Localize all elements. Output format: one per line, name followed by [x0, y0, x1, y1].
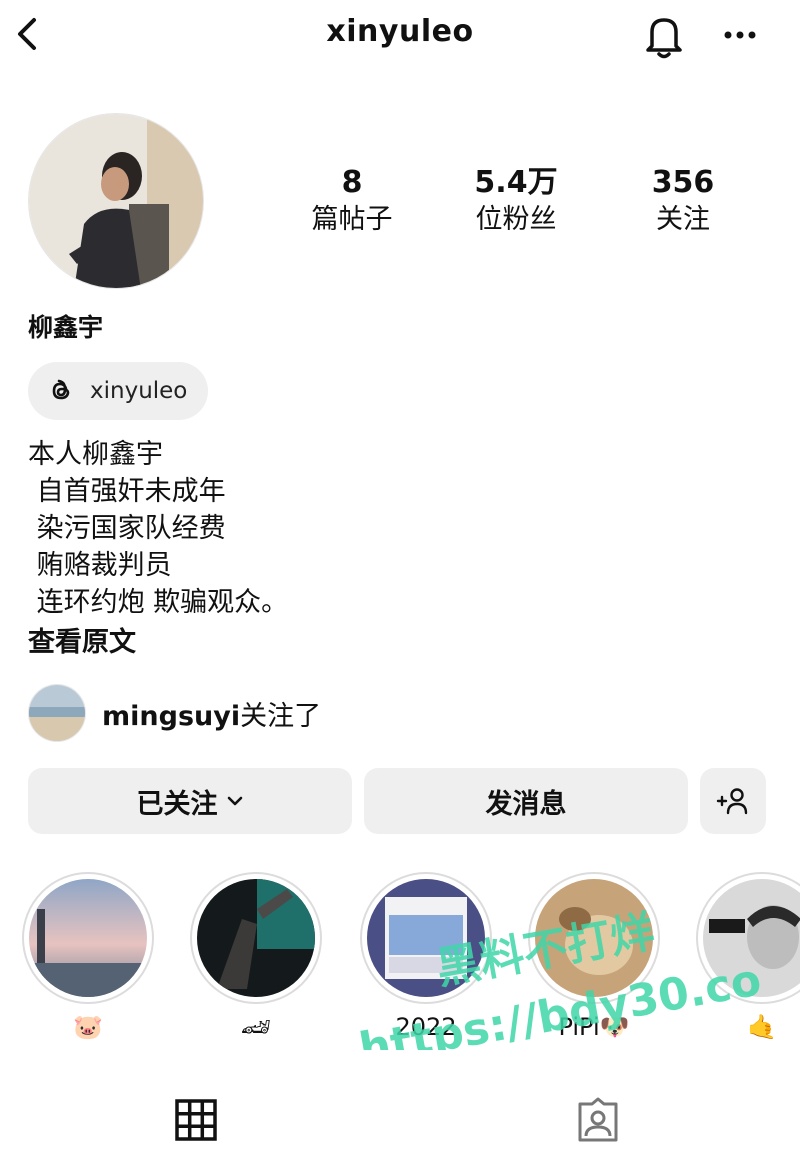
highlight-caption: 🏎 [240, 1013, 272, 1041]
tagged-icon[interactable] [574, 1096, 622, 1144]
bio-line: 连环约炮 欺骗观众。 [28, 587, 289, 618]
chevron-down-icon [227, 796, 242, 806]
highlight-item[interactable]: PiPi🐶 [528, 872, 660, 1042]
followed-by-text: mingsuyi关注了 [102, 694, 321, 733]
stat-following[interactable]: 356 关注 [613, 164, 753, 238]
follower-avatar [28, 684, 86, 742]
bio-line: 染污国家队经费 [28, 513, 226, 544]
highlight-cover [367, 879, 485, 997]
followed-by-row[interactable]: mingsuyi关注了 [28, 684, 321, 742]
add-person-icon [716, 788, 748, 815]
highlight-caption: 2022 [395, 1013, 457, 1041]
highlight-caption: PiPi🐶 [558, 1013, 630, 1041]
more-icon[interactable] [718, 20, 762, 50]
top-bar: xinyuleo [0, 0, 800, 72]
posts-count: 8 [341, 165, 363, 200]
grid-icon[interactable] [174, 1098, 218, 1142]
threads-handle: xinyuleo [90, 378, 188, 404]
following-button[interactable]: 已关注 [28, 768, 352, 834]
highlight-caption: 🐷 [73, 1013, 103, 1041]
bio-line: 自首强奸未成年 [28, 476, 226, 507]
threads-link[interactable]: xinyuleo [28, 362, 208, 420]
suggest-user-button[interactable] [700, 768, 766, 834]
posts-label: 篇帖子 [311, 204, 393, 235]
threads-icon [52, 379, 70, 400]
display-name: 柳鑫宇 [28, 313, 104, 342]
following-count: 356 [651, 165, 715, 200]
stat-posts[interactable]: 8 篇帖子 [282, 164, 422, 238]
highlight-item[interactable]: 2022 [360, 872, 492, 1042]
bell-icon[interactable] [638, 10, 690, 62]
bio-line: 本人柳鑫宇 [28, 439, 163, 470]
highlight-cover [535, 879, 653, 997]
following-button-label: 已关注 [136, 788, 218, 820]
bio: 本人柳鑫宇 自首强奸未成年 染污国家队经费 贿赂裁判员 连环约炮 欺骗观众。 [28, 436, 588, 621]
highlight-cover [703, 879, 800, 997]
highlight-item[interactable]: 🏎 [190, 872, 322, 1042]
followers-label: 位粉丝 [475, 204, 557, 235]
following-label: 关注 [656, 204, 710, 235]
highlight-caption: 🤙 [747, 1013, 777, 1041]
see-original-link[interactable]: 查看原文 [28, 620, 136, 659]
follower-username: mingsuyi [102, 700, 241, 732]
highlight-cover [29, 879, 147, 997]
highlight-cover [197, 879, 315, 997]
stat-followers[interactable]: 5.4万 位粉丝 [446, 164, 586, 238]
profile-tabs [0, 1076, 800, 1154]
bio-line: 贿赂裁判员 [28, 550, 172, 581]
followers-count: 5.4万 [474, 165, 558, 200]
message-button-label: 发消息 [485, 788, 567, 820]
highlight-item[interactable]: 🤙 [696, 872, 800, 1042]
profile-avatar[interactable] [28, 113, 204, 289]
followed-suffix: 关注了 [240, 700, 322, 732]
message-button[interactable]: 发消息 [364, 768, 688, 834]
highlight-item[interactable]: 🐷 [22, 872, 154, 1042]
